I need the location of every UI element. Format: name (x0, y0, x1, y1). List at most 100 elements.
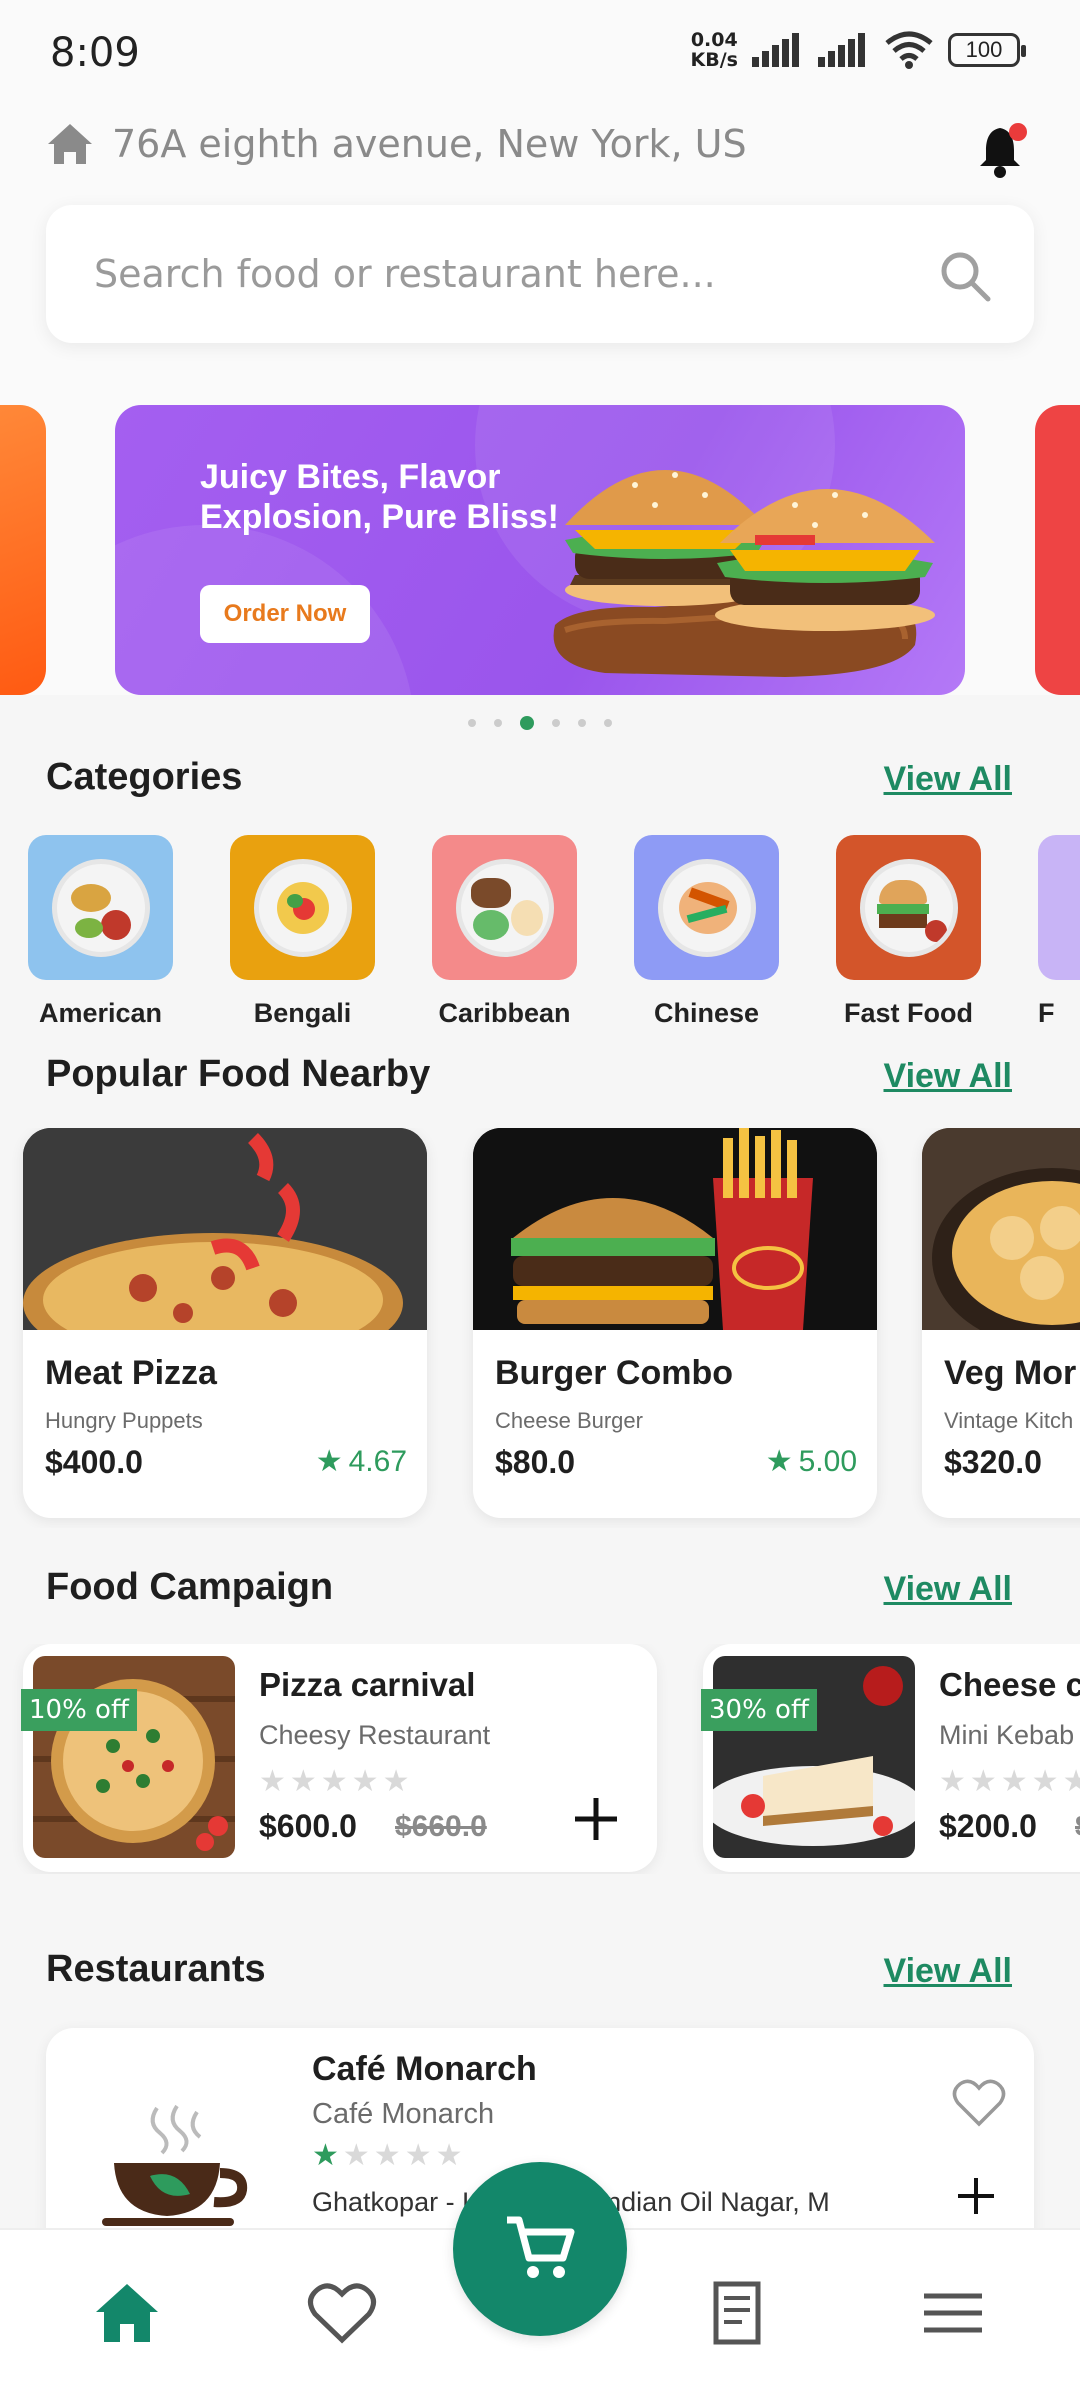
category-item-chinese[interactable]: Chinese (634, 835, 779, 1029)
food-restaurant: Cheese Burger (495, 1408, 643, 1433)
category-tile (1038, 835, 1080, 980)
signal-icon (752, 33, 799, 67)
plate-icon (859, 858, 958, 957)
notification-dot (1009, 123, 1027, 141)
notification-bell-icon[interactable] (976, 120, 1032, 180)
category-label: American (38, 998, 163, 1028)
food-card[interactable]: Meat Pizza Hungry Puppets $400.0 ★ 4.67 (23, 1128, 427, 1518)
battery-indicator: 100 (948, 33, 1026, 67)
food-restaurant: Vintage Kitch (944, 1408, 1074, 1433)
food-card[interactable]: Burger Combo Cheese Burger $80.0 ★ 5.00 (473, 1128, 877, 1518)
rating-stars: ★★★★★ (939, 1765, 1080, 1798)
pizza-image (23, 1128, 427, 1330)
campaign-view-all-link[interactable]: View All (884, 1570, 1013, 1609)
rating-stars: ★★★★★ (312, 2139, 467, 2172)
category-tile (836, 835, 981, 980)
category-label: Fast Food (844, 998, 973, 1028)
home-icon[interactable] (92, 2278, 162, 2348)
food-image (473, 1128, 877, 1330)
restaurants-view-all-link[interactable]: View All (884, 1952, 1013, 1991)
discount-badge: 10% off (21, 1689, 137, 1731)
network-speed-value: 0.04 (690, 29, 738, 51)
network-speed: 0.04 KB/s (691, 30, 738, 70)
food-price: $400.0 (45, 1444, 143, 1480)
momo-image (922, 1128, 1080, 1330)
categories-list: American Bengali Caribbean Chinese Fast … (28, 835, 1080, 1035)
campaign-price: $200.0 (939, 1808, 1037, 1844)
plate-icon (51, 858, 150, 957)
banner-carousel[interactable]: Juicy Bites, Flavor Explosion, Pure Blis… (0, 405, 1080, 695)
food-name: Burger Combo (495, 1354, 733, 1392)
rating-value: 5.00 (798, 1444, 857, 1478)
network-speed-unit: KB/s (690, 49, 738, 71)
status-time: 8:09 (50, 30, 140, 76)
carousel-dot (578, 719, 586, 727)
popular-view-all-link[interactable]: View All (884, 1057, 1013, 1096)
promo-banner[interactable]: Juicy Bites, Flavor Explosion, Pure Blis… (115, 405, 965, 695)
category-tile (634, 835, 779, 980)
category-item-partial[interactable]: F (1038, 835, 1080, 1029)
category-tile (28, 835, 173, 980)
popular-food-title: Popular Food Nearby (46, 1053, 431, 1095)
cheesecake-image (713, 1656, 915, 1858)
campaign-food-name: Cheese c (939, 1666, 1080, 1703)
campaign-image (33, 1656, 235, 1858)
orders-icon[interactable] (702, 2278, 772, 2348)
categories-title: Categories (46, 756, 243, 798)
carousel-dot (468, 719, 476, 727)
rating-stars: ★★★★★ (259, 1765, 414, 1798)
signal-icon-2 (818, 33, 865, 67)
category-item-american[interactable]: American (28, 835, 173, 1029)
search-bar[interactable] (46, 205, 1034, 343)
restaurant-address: Ghatkopar - Link Road, Indian Oil Nagar,… (312, 2187, 830, 2217)
campaign-food-name: Pizza carnival (259, 1666, 476, 1703)
banner-previous-slide[interactable] (0, 405, 46, 695)
category-item-fast-food[interactable]: Fast Food (836, 835, 981, 1029)
food-rating: ★ 5.00 (766, 1444, 857, 1479)
plate-icon (657, 858, 756, 957)
campaign-restaurant: Mini Kebab (939, 1720, 1075, 1750)
menu-icon[interactable] (918, 2278, 988, 2348)
discount-badge: 30% off (701, 1689, 817, 1731)
order-now-button[interactable]: Order Now (200, 585, 370, 643)
restaurant-subtitle: Café Monarch (312, 2098, 495, 2130)
food-price: $320.0 (944, 1444, 1042, 1480)
home-location-icon (48, 124, 92, 164)
categories-view-all-link[interactable]: View All (884, 760, 1013, 799)
carousel-dot (604, 719, 612, 727)
category-tile (230, 835, 375, 980)
category-label: Caribbean (438, 998, 571, 1028)
campaign-card[interactable]: 30% off Cheese c Mini Kebab ★★★★★ $200.0… (701, 1644, 1080, 1872)
add-to-cart-icon[interactable] (571, 1794, 621, 1844)
food-restaurant: Hungry Puppets (45, 1408, 203, 1433)
carousel-dot (494, 719, 502, 727)
burger-combo-image (473, 1128, 877, 1330)
search-input[interactable] (94, 205, 914, 343)
burger-image (553, 470, 935, 677)
location-selector[interactable]: 76A eighth avenue, New York, US (46, 122, 747, 166)
popular-food-list: Meat Pizza Hungry Puppets $400.0 ★ 4.67 (0, 1128, 1080, 1528)
campaign-old-price: $660.0 (395, 1810, 487, 1843)
carousel-dot-active (520, 716, 534, 730)
campaign-old-price: $ (1075, 1810, 1080, 1844)
category-tile (432, 835, 577, 980)
banner-next-slide[interactable] (1035, 405, 1080, 695)
campaign-restaurant: Cheesy Restaurant (259, 1720, 491, 1750)
campaign-card[interactable]: 10% off Pizza carnival Cheesy Restaurant… (21, 1644, 657, 1872)
carousel-indicator (468, 716, 612, 730)
add-icon[interactable] (956, 2176, 996, 2216)
food-card[interactable]: Veg Mor Vintage Kitch $320.0 (922, 1128, 1080, 1518)
cart-button[interactable] (453, 2162, 627, 2336)
search-icon[interactable] (938, 249, 992, 303)
category-label: Chinese (653, 998, 760, 1028)
food-name: Meat Pizza (45, 1354, 217, 1392)
banner-title: Juicy Bites, Flavor Explosion, Pure Blis… (200, 458, 559, 536)
favorite-heart-icon[interactable] (952, 2078, 1006, 2128)
address-text: 76A eighth avenue, New York, US (112, 122, 747, 166)
category-item-bengali[interactable]: Bengali (230, 835, 375, 1029)
food-name: Veg Mor (944, 1354, 1077, 1392)
campaign-image (713, 1656, 915, 1858)
heart-icon[interactable] (307, 2278, 377, 2348)
star-icon: ★ (315, 1445, 343, 1478)
category-item-caribbean[interactable]: Caribbean (432, 835, 577, 1029)
